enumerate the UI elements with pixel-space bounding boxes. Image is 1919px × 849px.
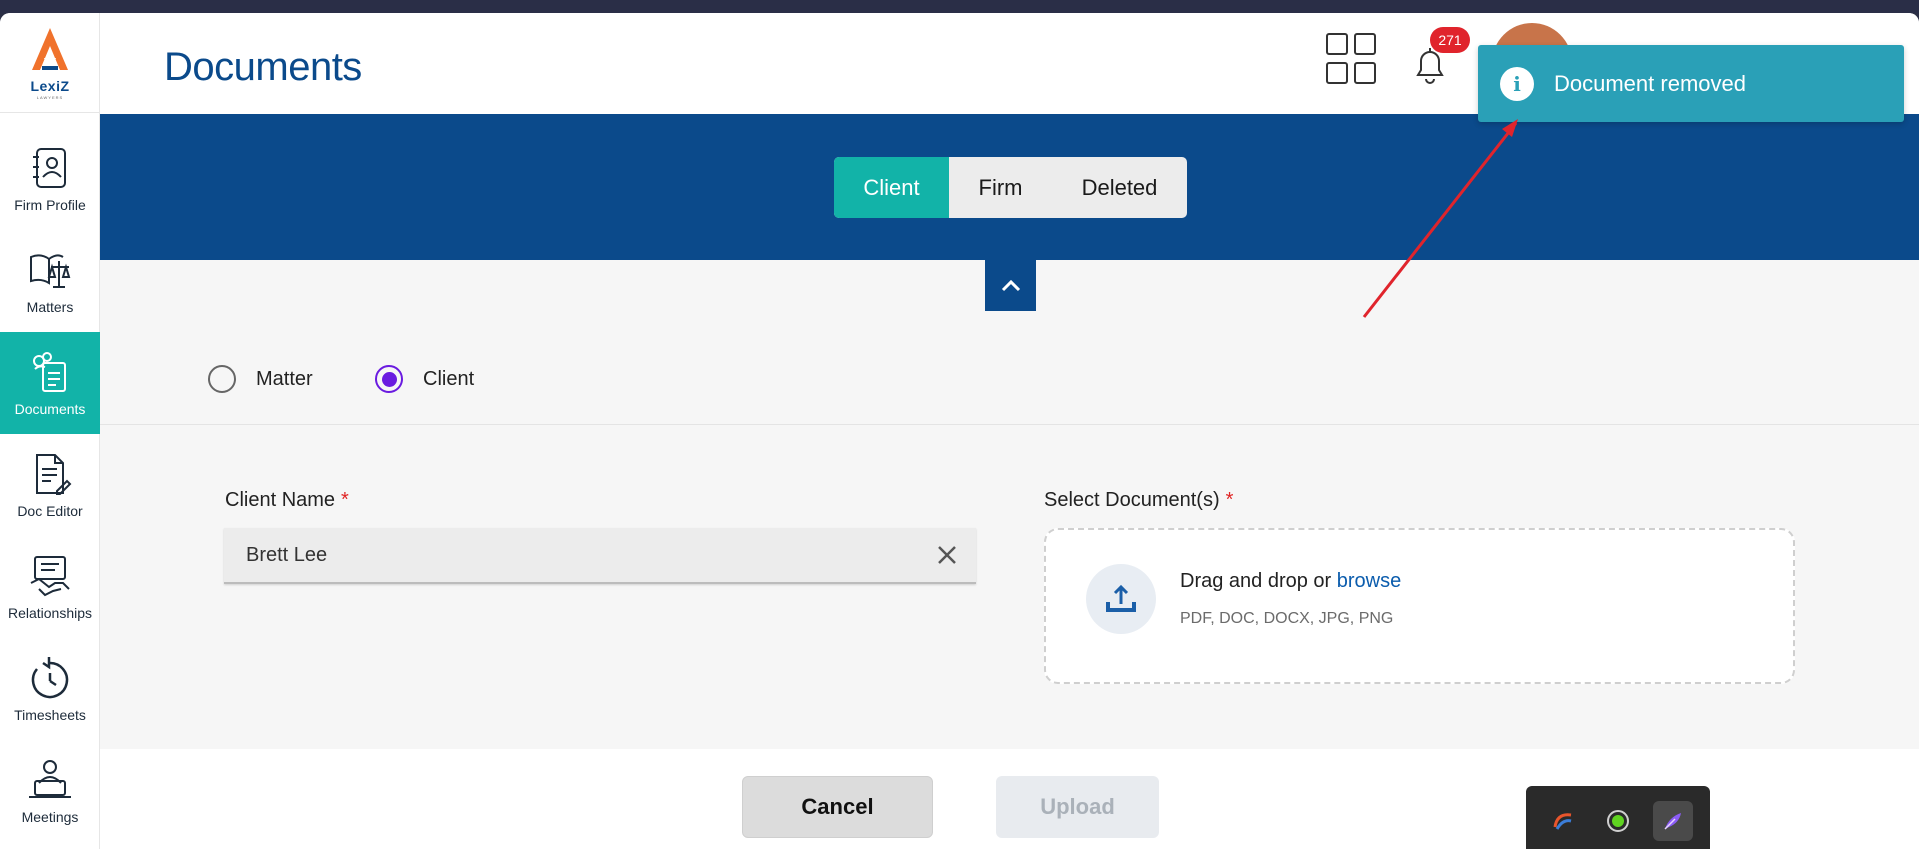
- sidebar-item-meetings[interactable]: Meetings: [0, 740, 100, 842]
- upload-type-radio-group: Matter Client: [100, 311, 1919, 425]
- select-documents-label: Select Document(s) *: [1044, 489, 1234, 511]
- toast-notification[interactable]: i Document removed: [1478, 45, 1904, 122]
- toolbar-record-button[interactable]: [1598, 801, 1638, 841]
- sidebar: LexiZ LAWYERS Firm Profile Matters Docum…: [0, 13, 100, 849]
- required-mark: *: [341, 489, 349, 511]
- sidebar-item-label: Doc Editor: [17, 503, 83, 519]
- page-title: Documents: [164, 45, 362, 89]
- client-name-label: Client Name *: [225, 489, 349, 511]
- close-icon[interactable]: [934, 542, 960, 568]
- required-mark: *: [1225, 489, 1234, 511]
- floating-toolbar: [1526, 786, 1710, 849]
- radio-matter[interactable]: Matter: [208, 365, 313, 393]
- tab-deleted[interactable]: Deleted: [1052, 157, 1187, 218]
- scales-book-icon: [30, 254, 71, 288]
- sidebar-item-doc-editor[interactable]: Doc Editor: [0, 434, 100, 536]
- tab-firm[interactable]: Firm: [949, 157, 1052, 218]
- radio-circle[interactable]: [375, 365, 403, 393]
- notification-badge: 271: [1430, 27, 1470, 53]
- sidebar-item-documents[interactable]: Documents: [0, 332, 100, 434]
- cancel-button[interactable]: Cancel: [742, 776, 933, 838]
- doc-edit-icon: [36, 454, 72, 495]
- brand-name: LexiZ: [30, 77, 70, 94]
- app-logo[interactable]: LexiZ LAWYERS: [0, 13, 100, 113]
- sidebar-item-firm-profile[interactable]: Firm Profile: [0, 128, 100, 230]
- sidebar-item-matters[interactable]: Matters: [0, 230, 100, 332]
- tab-client[interactable]: Client: [834, 157, 949, 218]
- address-book-icon: [33, 148, 66, 188]
- info-icon: i: [1500, 66, 1534, 101]
- upload-form: Client Name * Brett Lee Select Document(s…: [100, 425, 1919, 749]
- feather-pen-icon: [1664, 813, 1681, 830]
- radio-label: Client: [423, 367, 475, 390]
- sidebar-item-label: Firm Profile: [14, 197, 86, 213]
- sidebar-item-relationships[interactable]: Relationships: [0, 536, 100, 638]
- upload-icon: [1106, 584, 1136, 612]
- app-grid-icon[interactable]: [1326, 33, 1378, 85]
- document-tabs: Client Firm Deleted: [834, 157, 1187, 218]
- dropzone-instructions: Drag and drop or browse: [1180, 570, 1402, 592]
- sidebar-item-label: Meetings: [21, 809, 79, 825]
- app-window: LexiZ LAWYERS Firm Profile Matters Docum…: [0, 13, 1919, 849]
- sidebar-item-label: Matters: [26, 299, 74, 315]
- record-indicator-icon: [1606, 810, 1629, 832]
- window-top-strip: [0, 0, 1919, 13]
- radio-client[interactable]: Client: [375, 365, 474, 393]
- lexiz-logo-icon: [32, 27, 68, 70]
- client-name-value: Brett Lee: [246, 544, 328, 566]
- radio-label: Matter: [256, 367, 313, 390]
- upload-icon-wrap: [1086, 564, 1156, 634]
- meeting-icon: [29, 760, 71, 798]
- client-name-field[interactable]: Brett Lee: [224, 528, 976, 584]
- sidebar-item-timesheets[interactable]: Timesheets: [0, 638, 100, 740]
- toolbar-pen-button[interactable]: [1652, 801, 1693, 841]
- sidebar-item-label: Documents: [14, 401, 86, 417]
- handshake-icon: [30, 556, 70, 597]
- extension-logo-icon: [1553, 813, 1572, 830]
- upload-button[interactable]: Upload: [996, 776, 1159, 838]
- collapse-button[interactable]: [985, 260, 1036, 311]
- documents-icon: [33, 352, 66, 392]
- brand-subtitle: LAWYERS: [36, 94, 64, 100]
- document-dropzone[interactable]: Drag and drop or browse PDF, DOC, DOCX, …: [1044, 528, 1795, 684]
- stopwatch-icon: [31, 657, 69, 699]
- radio-circle[interactable]: [208, 365, 236, 393]
- toolbar-app-button[interactable]: [1543, 801, 1583, 841]
- sidebar-item-label: Timesheets: [14, 707, 86, 723]
- sidebar-item-label: Relationships: [7, 605, 93, 621]
- browse-link[interactable]: browse: [1337, 570, 1401, 592]
- accepted-file-types: PDF, DOC, DOCX, JPG, PNG: [1180, 610, 1394, 627]
- toast-message: Document removed: [1554, 70, 1746, 96]
- chevron-up-icon: [1001, 279, 1020, 291]
